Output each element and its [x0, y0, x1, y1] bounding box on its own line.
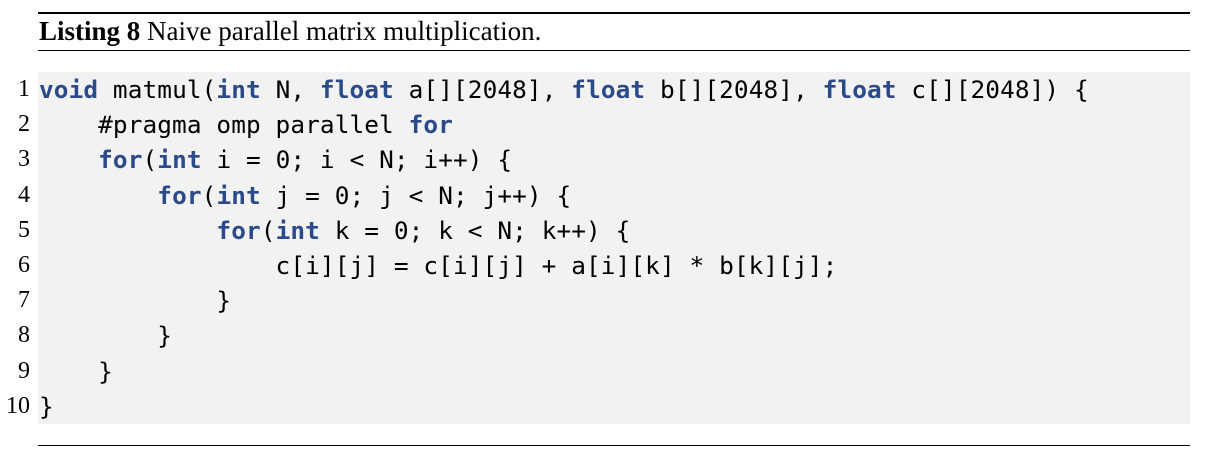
listing-caption: Listing 8 Naive parallel matrix multipli… [39, 16, 541, 46]
code-token: } [39, 321, 173, 351]
line-number: 2 [18, 111, 30, 138]
code-text: } [39, 354, 113, 389]
caption-label: Listing [39, 16, 121, 46]
line-number: 9 [18, 357, 30, 384]
code-text: for(int k = 0; k < N; k++) { [39, 213, 630, 248]
bottom-rule [38, 445, 1190, 446]
code-token: N, [260, 75, 320, 104]
code-token: } [39, 391, 54, 421]
code-token: ( [142, 145, 158, 175]
code-token: matmul( [98, 75, 217, 104]
line-number: 7 [18, 287, 30, 314]
code-token: #pragma omp parallel [39, 110, 409, 140]
code-text: void matmul(int N, float a[][2048], floa… [39, 72, 1089, 107]
code-text: } [39, 318, 172, 353]
keyword-token: for [216, 215, 261, 245]
code-text: for(int j = 0; j < N; j++) { [39, 178, 571, 213]
keyword-token: int [216, 180, 261, 210]
code-token: } [39, 356, 113, 386]
keyword-token: for [408, 110, 453, 140]
code-text: for(int i = 0; i < N; i++) { [39, 142, 512, 177]
code-token: a[][2048], [393, 75, 572, 104]
code-text: c[i][j] = c[i][j] + a[i][k] * b[k][j]; [39, 248, 838, 283]
code-token: i = 0; i < N; i++) { [201, 145, 513, 175]
line-number: 8 [18, 322, 30, 349]
code-text: } [39, 283, 231, 318]
line-number: 4 [18, 181, 30, 208]
keyword-token: int [157, 145, 202, 175]
keyword-token: int [275, 215, 320, 245]
keyword-token: void [39, 75, 99, 104]
line-number: 10 [6, 392, 30, 419]
line-number: 6 [18, 251, 30, 278]
keyword-token: float [571, 75, 646, 104]
code-token: ( [201, 180, 217, 210]
code-token: b[][2048], [645, 75, 823, 104]
line-number: 1 [18, 76, 30, 102]
keyword-token: float [319, 75, 394, 104]
keyword-token: float [822, 75, 897, 104]
caption-text: Naive parallel matrix multiplication. [147, 16, 542, 46]
keyword-token: for [157, 180, 202, 210]
line-number: 3 [18, 146, 30, 173]
keyword-token: for [98, 145, 143, 175]
code-token: ( [260, 215, 276, 245]
keyword-token: int [216, 75, 261, 104]
code-token: } [39, 286, 232, 316]
code-token: k = 0; k < N; k++) { [319, 215, 631, 245]
code-text: #pragma omp parallel for [39, 107, 453, 142]
caption-number: 8 [126, 16, 141, 46]
code-token: j = 0; j < N; j++) { [260, 180, 572, 210]
line-number: 5 [18, 216, 30, 243]
code-token: c[][2048]) { [896, 75, 1089, 104]
code-text: } [39, 389, 54, 424]
code-token: c[i][j] = c[i][j] + a[i][k] * b[k][j]; [39, 250, 838, 280]
caption-rule [38, 50, 1190, 51]
top-rule [38, 12, 1190, 14]
